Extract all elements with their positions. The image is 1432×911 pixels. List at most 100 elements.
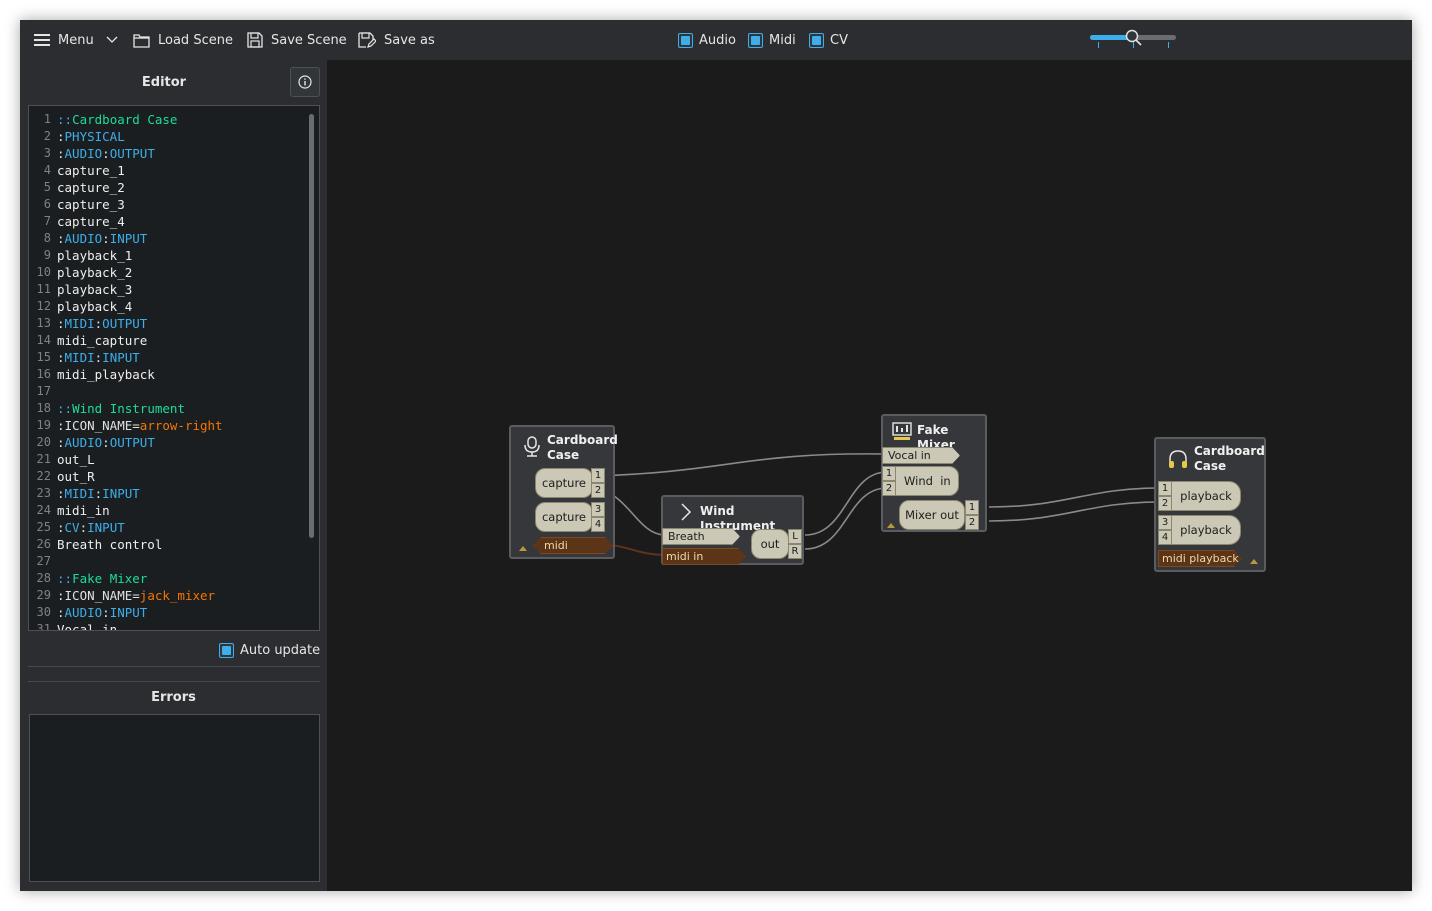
auto-update-checkbox[interactable]: Auto update bbox=[219, 640, 320, 660]
code-line[interactable]: 2:PHYSICAL bbox=[29, 128, 299, 145]
errors-title: Errors bbox=[151, 690, 196, 705]
line-number: 21 bbox=[36, 452, 51, 466]
zoom-slider[interactable] bbox=[1090, 29, 1178, 50]
midi-in-port[interactable]: midi in bbox=[662, 548, 746, 565]
code-line[interactable]: 20:AUDIO:OUTPUT bbox=[29, 434, 299, 451]
code-line[interactable]: 14 midi_capture bbox=[29, 332, 299, 349]
code-line[interactable]: 9 playback_1 bbox=[29, 247, 299, 264]
save-as-button[interactable]: Save as bbox=[358, 28, 435, 52]
code-line[interactable]: 18::Wind Instrument bbox=[29, 400, 299, 417]
code-line[interactable]: 31 Vocal in bbox=[29, 621, 299, 630]
line-number: 9 bbox=[43, 248, 51, 262]
port-number[interactable]: 2 bbox=[1158, 496, 1172, 511]
vocal-in-port[interactable]: Vocal in bbox=[882, 447, 960, 464]
code-line[interactable]: 12 playback_4 bbox=[29, 298, 299, 315]
port-number[interactable]: 4 bbox=[591, 517, 605, 532]
line-number: 16 bbox=[36, 367, 51, 381]
port-number[interactable]: 3 bbox=[591, 502, 605, 517]
midi-checkbox-box[interactable] bbox=[748, 32, 763, 48]
midi-capture-port[interactable]: midi capture bbox=[533, 537, 613, 554]
line-number: 4 bbox=[43, 163, 51, 177]
cv-filter-checkbox[interactable]: CV bbox=[809, 30, 848, 50]
wind-in-port[interactable]: Wind in bbox=[895, 466, 959, 496]
line-text: :AUDIO:INPUT bbox=[57, 231, 148, 246]
midi-playback-port[interactable]: midi playback bbox=[1158, 550, 1242, 567]
code-line[interactable]: 6 capture_3 bbox=[29, 196, 299, 213]
editor-scrollbar[interactable] bbox=[309, 114, 314, 538]
mixer-icon bbox=[892, 422, 912, 440]
code-line[interactable]: 27 bbox=[29, 553, 299, 570]
collapse-arrow-icon[interactable] bbox=[519, 546, 527, 551]
patchbay-canvas[interactable]: Cardboard Case capture 1 2 capture 3 4 m… bbox=[327, 60, 1412, 891]
code-line[interactable]: 11 playback_3 bbox=[29, 281, 299, 298]
node-wind-instrument[interactable]: Wind Instrument Breath control midi in o… bbox=[661, 495, 804, 565]
port-number[interactable]: 2 bbox=[965, 515, 979, 530]
code-line[interactable]: 24 midi_in bbox=[29, 502, 299, 519]
code-line[interactable]: 26 Breath control bbox=[29, 536, 299, 553]
code-line[interactable]: 22 out_R bbox=[29, 468, 299, 485]
auto-update-box[interactable] bbox=[219, 642, 234, 658]
code-line[interactable]: 29:ICON_NAME=jack_mixer bbox=[29, 587, 299, 604]
line-number: 24 bbox=[36, 503, 51, 517]
port-number[interactable]: 1 bbox=[882, 466, 896, 481]
audio-filter-checkbox[interactable]: Audio bbox=[678, 30, 736, 50]
code-line[interactable]: 8:AUDIO:INPUT bbox=[29, 230, 299, 247]
code-line[interactable]: 10 playback_2 bbox=[29, 264, 299, 281]
info-button[interactable] bbox=[290, 67, 320, 97]
out-port[interactable]: out bbox=[751, 529, 789, 559]
code-line[interactable]: 25:CV:INPUT bbox=[29, 519, 299, 536]
midi-filter-checkbox[interactable]: Midi bbox=[748, 30, 796, 50]
zoom-magnifier-icon[interactable] bbox=[1125, 29, 1143, 47]
menu-button[interactable]: Menu bbox=[34, 28, 118, 52]
audio-checkbox-box[interactable] bbox=[678, 32, 693, 48]
cv-checkbox-box[interactable] bbox=[809, 32, 824, 48]
code-line[interactable]: 1::Cardboard Case bbox=[29, 111, 299, 128]
capture-port-1-2[interactable]: capture bbox=[535, 468, 593, 498]
line-text: midi_capture bbox=[57, 333, 148, 348]
port-number[interactable]: 1 bbox=[591, 468, 605, 483]
breath-control-port[interactable]: Breath control bbox=[662, 528, 740, 545]
code-line[interactable]: 3:AUDIO:OUTPUT bbox=[29, 145, 299, 162]
capture-port-3-4[interactable]: capture bbox=[535, 502, 593, 532]
port-number[interactable]: L bbox=[788, 529, 802, 544]
playback-port-3-4[interactable]: playback bbox=[1171, 515, 1241, 545]
line-text: ::Wind Instrument bbox=[57, 401, 185, 416]
code-line[interactable]: 13:MIDI:OUTPUT bbox=[29, 315, 299, 332]
port-number[interactable]: 1 bbox=[1158, 481, 1172, 496]
line-number: 17 bbox=[36, 384, 51, 398]
collapse-arrow-icon[interactable] bbox=[1250, 559, 1258, 564]
code-line[interactable]: 30:AUDIO:INPUT bbox=[29, 604, 299, 621]
collapse-arrow-icon[interactable] bbox=[887, 523, 895, 528]
code-line[interactable]: 17 bbox=[29, 383, 299, 400]
port-number[interactable]: R bbox=[788, 544, 802, 559]
port-number[interactable]: 1 bbox=[965, 500, 979, 515]
port-number[interactable]: 3 bbox=[1158, 515, 1172, 530]
port-number[interactable]: 2 bbox=[882, 481, 896, 496]
line-text bbox=[51, 553, 57, 570]
load-scene-button[interactable]: Load Scene bbox=[133, 28, 233, 52]
node-cardboard-case-capture[interactable]: Cardboard Case capture 1 2 capture 3 4 m… bbox=[509, 425, 618, 559]
wire-mix1-playback1 bbox=[988, 487, 1160, 508]
line-text: midi_playback bbox=[57, 367, 155, 382]
port-number[interactable]: 4 bbox=[1158, 530, 1172, 545]
mixer-out-port[interactable]: Mixer out bbox=[899, 500, 965, 530]
code-line[interactable]: 7 capture_4 bbox=[29, 213, 299, 230]
code-line[interactable]: 5 capture_2 bbox=[29, 179, 299, 196]
code-line[interactable]: 23:MIDI:INPUT bbox=[29, 485, 299, 502]
code-line[interactable]: 28::Fake Mixer bbox=[29, 570, 299, 587]
node-cardboard-case-playback[interactable]: Cardboard Case 1 2 playback 3 4 playback… bbox=[1154, 437, 1266, 572]
line-number: 23 bbox=[36, 486, 51, 500]
code-line[interactable]: 4 capture_1 bbox=[29, 162, 299, 179]
code-line[interactable]: 19 :ICON_NAME=arrow-right bbox=[29, 417, 299, 434]
code-editor[interactable]: 1::Cardboard Case 2:PHYSICAL 3:AUDIO:OUTPU… bbox=[28, 105, 320, 631]
save-scene-button[interactable]: Save Scene bbox=[247, 28, 347, 52]
code-line[interactable]: 21 out_L bbox=[29, 451, 299, 468]
save-scene-label: Save Scene bbox=[271, 32, 347, 48]
code-line[interactable]: 16 midi_playback bbox=[29, 366, 299, 383]
code-line[interactable]: 15:MIDI:INPUT bbox=[29, 349, 299, 366]
node-fake-mixer[interactable]: Fake Mixer Vocal in 1 2 Wind in Mixer ou… bbox=[881, 414, 987, 532]
playback-port-1-2[interactable]: playback bbox=[1171, 481, 1241, 511]
line-text: :ICON_NAME=arrow-right bbox=[57, 418, 223, 433]
line-number: 19 bbox=[36, 418, 51, 432]
port-number[interactable]: 2 bbox=[591, 483, 605, 498]
